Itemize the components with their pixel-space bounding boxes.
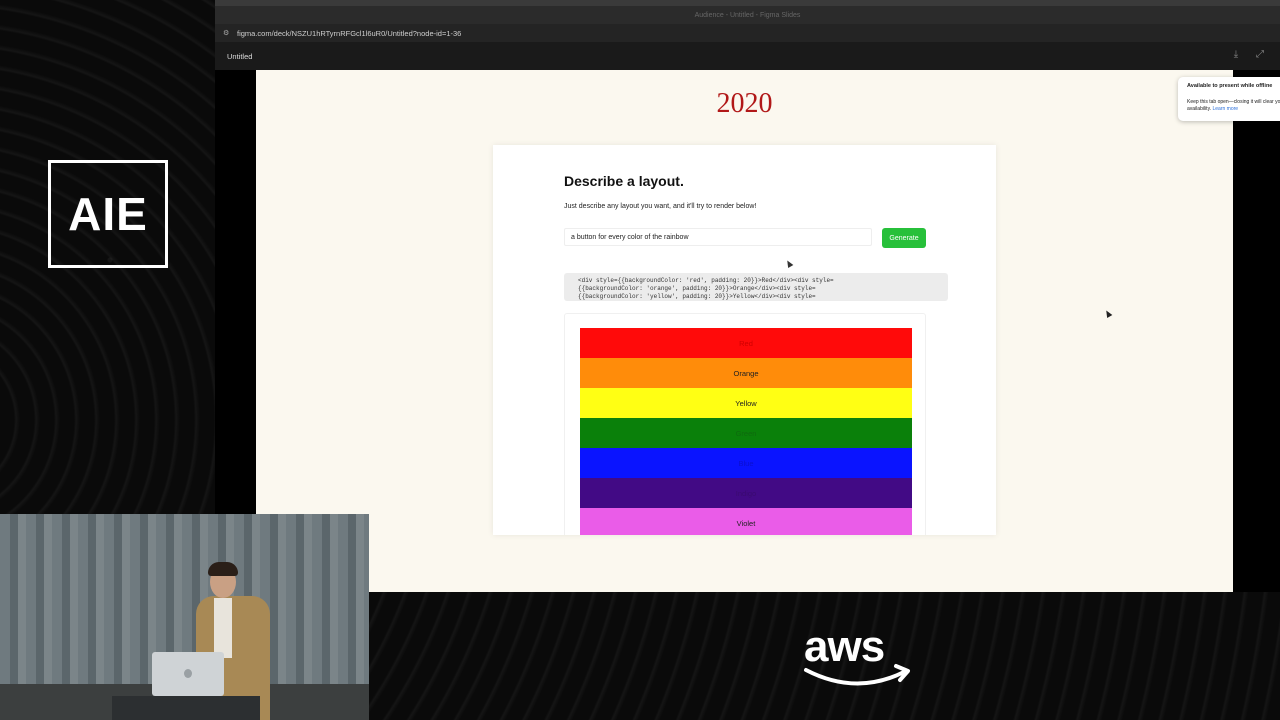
speaker-shirt xyxy=(214,598,232,658)
learn-more-link[interactable]: Learn more xyxy=(1212,106,1238,112)
rainbow-button-blue[interactable]: Blue xyxy=(580,448,912,478)
app-subtitle: Just describe any layout you want, and i… xyxy=(564,203,757,210)
generated-code-block: <div style={{backgroundColor: 'red', pad… xyxy=(564,273,948,301)
rainbow-button-label: Yellow xyxy=(735,398,757,408)
slide-area: 2020 Describe a layout. Just describe an… xyxy=(215,70,1280,592)
toast-title: Available to present while offline xyxy=(1187,83,1273,89)
rainbow-button-label: Green xyxy=(735,428,757,438)
site-settings-icon[interactable]: ⚙ xyxy=(223,29,231,37)
code-line: <div style={{backgroundColor: 'red', pad… xyxy=(578,277,834,284)
slide-year: 2020 xyxy=(716,88,773,119)
url-bar[interactable]: ⚙ figma.com/deck/NSZU1hRTyrnRFGcl1l6uR0/… xyxy=(215,24,1280,42)
expand-icon[interactable]: ⤢ xyxy=(1254,49,1266,61)
rainbow-button-red[interactable]: Red xyxy=(580,328,912,358)
speaker-video xyxy=(0,514,369,720)
rainbow-button-violet[interactable]: Violet xyxy=(580,508,912,535)
rainbow-button-green[interactable]: Green xyxy=(580,418,912,448)
speaker-hair xyxy=(208,562,238,576)
toast-body: Keep this tab open—closing it will clear… xyxy=(1187,99,1280,113)
layout-generator-app: Describe a layout. Just describe any lay… xyxy=(493,145,996,535)
figma-slides-toolbar: Untitled ⤓ ⤢ xyxy=(215,42,1280,70)
rainbow-button-orange[interactable]: Orange xyxy=(580,358,912,388)
rainbow-button-label: Violet xyxy=(736,518,756,528)
rainbow-button-stack: Red Orange Yellow Green Blue Indigo Viol… xyxy=(580,328,912,535)
shared-screen: Audience - Untitled - Figma Slides ⚙ fig… xyxy=(215,0,1280,592)
rainbow-button-label: Orange xyxy=(733,368,759,378)
render-preview: Red Orange Yellow Green Blue Indigo Viol… xyxy=(564,313,926,535)
window-title-bar: Audience - Untitled - Figma Slides xyxy=(215,6,1280,24)
rainbow-button-label: Blue xyxy=(738,458,754,468)
apple-logo-icon xyxy=(184,669,192,678)
code-line: {{backgroundColor: 'orange', padding: 20… xyxy=(578,285,816,292)
aws-logo: aws xyxy=(800,622,920,692)
podium xyxy=(112,696,260,720)
download-icon[interactable]: ⤓ xyxy=(1230,49,1242,61)
aws-smile-icon xyxy=(804,664,910,686)
file-title[interactable]: Untitled xyxy=(227,52,252,61)
slide: 2020 Describe a layout. Just describe an… xyxy=(256,70,1280,592)
rainbow-button-yellow[interactable]: Yellow xyxy=(580,388,912,418)
url-text[interactable]: figma.com/deck/NSZU1hRTyrnRFGcl1l6uR0/Un… xyxy=(237,29,461,38)
prompt-input[interactable]: a button for every color of the rainbow xyxy=(564,228,872,246)
rainbow-button-label: Indigo xyxy=(735,488,757,498)
rainbow-button-label: Red xyxy=(739,338,753,348)
window-title: Audience - Untitled - Figma Slides xyxy=(694,11,801,19)
mouse-cursor-icon xyxy=(1103,308,1113,319)
code-line: {{backgroundColor: 'yellow', padding: 20… xyxy=(578,293,816,300)
app-heading: Describe a layout. xyxy=(564,173,684,189)
aie-logo: AIE xyxy=(48,160,168,268)
offline-toast: Available to present while offline × Kee… xyxy=(1178,77,1280,121)
generate-button[interactable]: Generate xyxy=(882,228,926,248)
rainbow-button-indigo[interactable]: Indigo xyxy=(580,478,912,508)
